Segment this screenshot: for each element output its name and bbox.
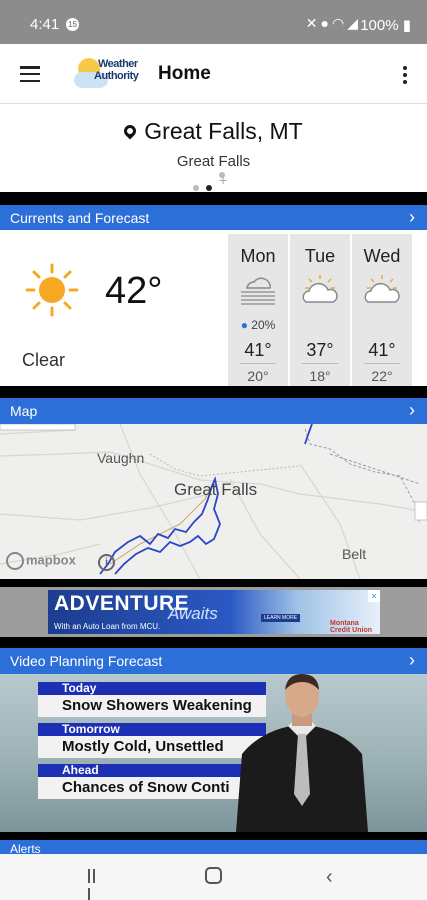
day-name: Mon xyxy=(240,246,276,266)
ad-tagline: With an Auto Loan from MCU. xyxy=(54,622,161,631)
divider xyxy=(302,363,338,364)
ad-close-icon[interactable]: × xyxy=(368,590,380,602)
ad-brand: Montana Credit Union xyxy=(330,620,372,634)
notification-badge: 15 xyxy=(66,18,79,31)
battery-icon: ▮ xyxy=(402,17,411,34)
recents-icon[interactable] xyxy=(88,869,102,900)
low-temp: 18° xyxy=(309,368,331,384)
page-indicator[interactable]: + xyxy=(193,172,227,196)
precip-chance: ● 20% xyxy=(240,318,276,332)
high-temp: 37° xyxy=(306,340,334,360)
location-icon: ● xyxy=(320,15,332,31)
divider xyxy=(364,363,400,364)
day-name: Tue xyxy=(304,246,336,266)
battery-level: 100% ▮ xyxy=(360,17,411,34)
home-icon[interactable] xyxy=(205,867,222,884)
low-temp: 22° xyxy=(371,368,393,384)
partly-cloudy-icon xyxy=(302,275,338,303)
forecast-day[interactable]: Mon ● 20% 41° 20° xyxy=(228,234,288,386)
map-header[interactable]: Map › xyxy=(0,398,427,424)
forecast-day[interactable]: Tue 37° 18° xyxy=(290,234,350,386)
map-label-vaughn: Vaughn xyxy=(97,450,145,466)
partly-cloudy-icon xyxy=(364,275,400,303)
mapbox-logo-icon xyxy=(6,552,24,570)
status-bar: 4:41 15 ✕●◠◢ 100% ▮ xyxy=(0,0,427,44)
ad-cta-button[interactable]: LEARN MORE xyxy=(261,614,301,622)
location-sub: Great Falls xyxy=(176,153,251,170)
banner-ad[interactable]: ADVENTURE Awaits With an Auto Loan from … xyxy=(48,590,380,634)
low-temp: 20° xyxy=(247,368,269,384)
overflow-menu-icon[interactable] xyxy=(403,66,407,87)
high-temp: 41° xyxy=(368,340,396,360)
map-label-belt: Belt xyxy=(342,546,367,562)
video-player[interactable]: Today Snow Showers Weakening Tomorrow Mo… xyxy=(0,674,427,832)
fog-icon xyxy=(241,277,275,305)
status-time: 4:41 xyxy=(30,16,60,33)
status-icons: ✕●◠◢ xyxy=(306,15,361,32)
ad-script: Awaits xyxy=(168,604,218,623)
current-condition: Clear xyxy=(22,350,66,370)
info-icon[interactable]: i xyxy=(98,554,115,571)
current-temperature: 42° xyxy=(105,270,163,312)
add-location-icon[interactable]: + xyxy=(219,172,227,188)
raindrop-icon: ● xyxy=(240,318,248,332)
mapbox-attribution[interactable]: mapbox xyxy=(6,552,76,570)
location-name: Great Falls, MT xyxy=(0,118,427,145)
chevron-right-icon: › xyxy=(409,400,415,420)
map-label-great-falls: Great Falls xyxy=(174,480,258,499)
wifi-icon: ◠ xyxy=(332,15,348,31)
page-title: Home xyxy=(158,63,211,84)
location-header[interactable]: Great Falls, MT Great Falls + xyxy=(0,104,427,192)
signal-icon: ◢ xyxy=(347,15,361,31)
back-icon[interactable]: ‹ xyxy=(326,866,333,889)
presenter-figure xyxy=(236,674,368,832)
pin-icon xyxy=(121,122,139,140)
weather-authority-logo: Weather Authority xyxy=(74,56,150,92)
sun-icon xyxy=(25,263,79,317)
forecast-day[interactable]: Wed 41° 22° xyxy=(352,234,412,386)
divider xyxy=(240,363,276,364)
system-nav-bar: ‹ xyxy=(0,854,427,900)
section-title: Map xyxy=(10,403,38,419)
currents-header[interactable]: Currents and Forecast › xyxy=(0,205,427,231)
high-temp: 41° xyxy=(244,340,272,360)
alerts-header[interactable]: Alerts xyxy=(0,840,427,856)
chevron-right-icon: › xyxy=(409,650,415,670)
chevron-right-icon: › xyxy=(409,207,415,227)
section-title: Video Planning Forecast xyxy=(10,653,163,669)
app-bar: Weather Authority Home xyxy=(0,44,427,104)
section-title: Currents and Forecast xyxy=(10,210,150,226)
ad-strip: ADVENTURE Awaits With an Auto Loan from … xyxy=(0,587,427,637)
current-forecast-panel[interactable]: 42° Clear Mon ● 20% 41° 20° Tue 37° 18° … xyxy=(0,230,427,386)
page-dot-active[interactable] xyxy=(206,185,212,191)
day-name: Wed xyxy=(363,246,401,266)
page-dot[interactable] xyxy=(193,185,199,191)
video-header[interactable]: Video Planning Forecast › xyxy=(0,648,427,674)
map-view[interactable]: Vaughn Great Falls Belt mapbox i xyxy=(0,424,427,579)
hamburger-menu-icon[interactable] xyxy=(20,66,40,83)
mute-icon: ✕ xyxy=(305,15,321,31)
